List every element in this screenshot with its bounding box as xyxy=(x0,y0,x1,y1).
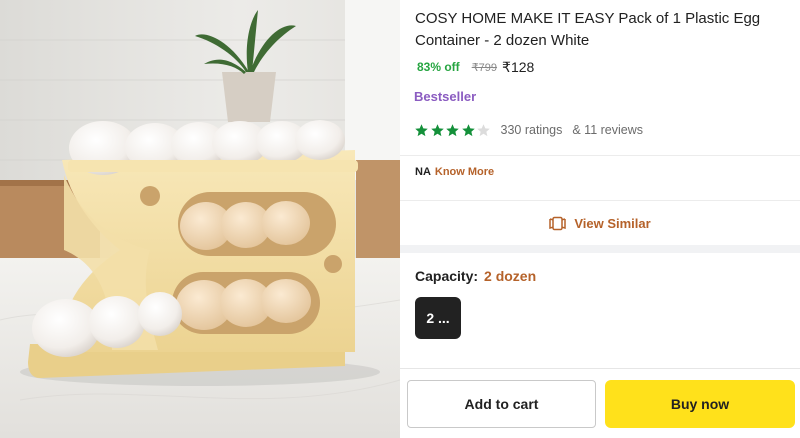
capacity-option-chip[interactable]: 2 ... xyxy=(415,297,461,339)
capacity-label: Capacity: xyxy=(415,268,479,284)
buy-now-button[interactable]: Buy now xyxy=(605,380,795,428)
info-row: NA Know More xyxy=(415,166,494,178)
ratings-count: 330 ratings xyxy=(500,123,563,137)
view-similar-label: View Similar xyxy=(574,215,651,231)
add-to-cart-button[interactable]: Add to cart xyxy=(407,380,596,428)
bestseller-badge: Bestseller xyxy=(414,89,477,104)
star-rating xyxy=(414,123,492,138)
divider xyxy=(400,155,800,156)
info-value: NA xyxy=(415,166,431,178)
view-similar-button[interactable]: View Similar xyxy=(400,201,800,245)
egg-container-photo xyxy=(0,0,400,438)
product-image[interactable] xyxy=(0,0,400,438)
reviews-count: & 11 reviews xyxy=(572,123,643,137)
star-filled-icon xyxy=(446,123,459,136)
view-similar-icon xyxy=(549,216,567,230)
capacity-selected-value: 2 dozen xyxy=(484,268,537,284)
price-row: 83% off ₹799 ₹128 xyxy=(417,57,534,77)
star-filled-icon xyxy=(430,123,444,136)
star-filled-icon xyxy=(461,123,475,136)
selling-price: ₹128 xyxy=(502,58,535,75)
star-empty-icon xyxy=(477,123,490,136)
action-bar: Add to cart Buy now xyxy=(400,368,800,438)
know-more-link[interactable]: Know More xyxy=(435,166,494,178)
section-divider xyxy=(400,245,800,253)
discount-percent: 83% off xyxy=(417,60,460,74)
capacity-row: Capacity: 2 dozen xyxy=(415,268,536,284)
product-details-panel: COSY HOME MAKE IT EASY Pack of 1 Plastic… xyxy=(400,0,800,438)
product-title: COSY HOME MAKE IT EASY Pack of 1 Plastic… xyxy=(415,10,761,49)
rating-row[interactable]: 330 ratings & 11 reviews xyxy=(414,121,643,139)
star-filled-icon xyxy=(415,123,428,136)
original-price: ₹799 xyxy=(471,61,498,74)
